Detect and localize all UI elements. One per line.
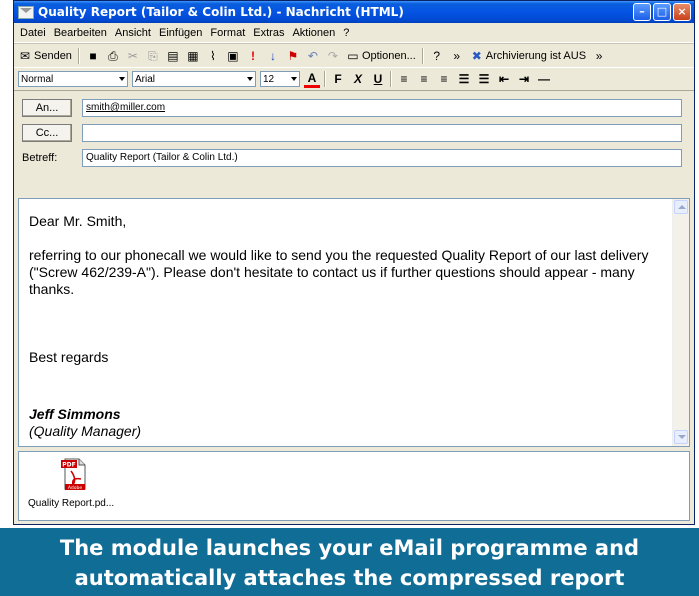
envelope-icon (18, 5, 34, 19)
archive-label: Archivierung ist AUS (485, 49, 587, 62)
undo-icon[interactable]: ↶ (306, 49, 320, 63)
italic-icon[interactable]: X (350, 72, 366, 86)
print-icon[interactable]: ⎙ (106, 49, 120, 63)
to-field[interactable]: smith@miller.com (82, 99, 682, 117)
to-button[interactable]: An... (22, 99, 72, 117)
greeting: Dear Mr. Smith, (29, 213, 127, 229)
formatting-toolbar: Normal Arial 12 A F X U ≡ ≡ ≡ ☰ ☰ ⇤ ⇥ — (14, 68, 694, 91)
message-headers: An... smith@miller.com Cc... Betreff: Qu… (14, 91, 694, 169)
vertical-scrollbar[interactable] (672, 199, 689, 446)
bold-icon[interactable]: F (330, 72, 346, 86)
low-importance-icon[interactable]: ↓ (266, 49, 280, 63)
options-label: Optionen... (361, 49, 416, 62)
chevron-down-icon (291, 77, 297, 81)
more-chevron-icon[interactable]: » (450, 49, 464, 63)
more-chevron-icon[interactable]: » (592, 49, 606, 63)
caption-line-1: The module launches your eMail programme… (59, 536, 640, 560)
copy-icon[interactable]: ⎘ (146, 49, 160, 63)
message-text[interactable]: Dear Mr. Smith, referring to our phoneca… (19, 199, 689, 440)
send-button[interactable]: ✉ Senden (18, 49, 72, 63)
underline-icon[interactable]: U (370, 72, 386, 86)
style-select[interactable]: Normal (18, 71, 128, 87)
horizontal-line-icon[interactable]: — (536, 72, 552, 86)
options-button[interactable]: ▭ Optionen... (346, 49, 416, 63)
body-paragraph: referring to our phonecall we would like… (29, 247, 649, 297)
menu-datei[interactable]: Datei (20, 27, 46, 39)
align-right-icon[interactable]: ≡ (436, 72, 452, 86)
toolbar-separator (390, 71, 392, 87)
cc-row: Cc... (22, 122, 694, 144)
chevron-down-icon (119, 77, 125, 81)
scroll-up-button[interactable] (674, 200, 688, 214)
menu-format[interactable]: Format (210, 27, 245, 39)
paperclip-icon[interactable]: ⌇ (206, 49, 220, 63)
signature-name: Jeff Simmons (29, 406, 121, 422)
cut-icon[interactable]: ✂ (126, 49, 140, 63)
menu-bar: Datei Bearbeiten Ansicht Einfügen Format… (14, 23, 694, 43)
menu-ansicht[interactable]: Ansicht (115, 27, 151, 39)
signature-role: (Quality Manager) (29, 423, 142, 439)
caption-line-2: automatically attaches the compressed re… (74, 566, 625, 590)
align-left-icon[interactable]: ≡ (396, 72, 412, 86)
high-importance-icon[interactable]: ! (246, 49, 260, 63)
message-body[interactable]: Dear Mr. Smith, referring to our phoneca… (18, 198, 690, 447)
subject-row: Betreff: Quality Report (Tailor & Colin … (22, 147, 694, 169)
flag-icon[interactable]: ⚑ (286, 49, 300, 63)
attachment-filename: Quality Report.pd... (28, 498, 115, 509)
toolbar-separator (421, 47, 424, 64)
decrease-indent-icon[interactable]: ⇤ (496, 72, 512, 86)
paste-icon[interactable]: ▤ (166, 49, 180, 63)
address-book-icon[interactable]: ▣ (226, 49, 240, 63)
font-size-value: 12 (263, 73, 275, 85)
insert-file-icon[interactable]: ▦ (186, 49, 200, 63)
page: Quality Report (Tailor & Colin Ltd.) - N… (0, 0, 699, 596)
title-bar: Quality Report (Tailor & Colin Ltd.) - N… (14, 1, 694, 23)
font-color-icon[interactable]: A (304, 71, 320, 88)
menu-bearbeiten[interactable]: Bearbeiten (54, 27, 107, 39)
menu-aktionen[interactable]: Aktionen (292, 27, 335, 39)
menu-einfuegen[interactable]: Einfügen (159, 27, 202, 39)
menu-help[interactable]: ? (343, 27, 349, 39)
redo-icon[interactable]: ↷ (326, 49, 340, 63)
pdf-file-icon: PDF Adobe (61, 458, 86, 491)
toolbar-separator (324, 71, 326, 87)
cc-field[interactable] (82, 124, 682, 142)
toolbar-separator (77, 47, 80, 64)
scroll-down-button[interactable] (674, 430, 688, 444)
close-button[interactable]: × (673, 3, 691, 21)
attachment-pane: PDF Adobe Quality Report.pd... (18, 451, 690, 521)
font-select[interactable]: Arial (132, 71, 256, 87)
send-label: Senden (34, 49, 72, 62)
archive-button[interactable]: ✖ Archivierung ist AUS (470, 49, 586, 63)
options-icon: ▭ (347, 48, 359, 63)
align-center-icon[interactable]: ≡ (416, 72, 432, 86)
email-compose-window: Quality Report (Tailor & Colin Ltd.) - N… (13, 0, 695, 525)
menu-extras[interactable]: Extras (253, 27, 284, 39)
numbered-list-icon[interactable]: ☰ (456, 72, 472, 86)
style-value: Normal (21, 73, 54, 85)
send-icon: ✉ (19, 48, 31, 63)
bullet-list-icon[interactable]: ☰ (476, 72, 492, 86)
closing: Best regards (29, 349, 109, 365)
subject-field[interactable]: Quality Report (Tailor & Colin Ltd.) (82, 149, 682, 167)
adobe-badge-text: Adobe (68, 485, 82, 491)
subject-label: Betreff: (22, 152, 58, 164)
minimize-button[interactable]: – (633, 3, 651, 21)
help-icon[interactable]: ? (430, 49, 444, 63)
font-size-select[interactable]: 12 (260, 71, 300, 87)
cc-button[interactable]: Cc... (22, 124, 72, 142)
save-icon[interactable]: ■ (86, 49, 100, 63)
to-row: An... smith@miller.com (22, 97, 694, 119)
caption-banner: The module launches your eMail programme… (0, 528, 699, 596)
window-title: Quality Report (Tailor & Colin Ltd.) - N… (38, 5, 404, 19)
increase-indent-icon[interactable]: ⇥ (516, 72, 532, 86)
chevron-down-icon (247, 77, 253, 81)
pdf-badge-text: PDF (62, 462, 75, 469)
archive-icon: ✖ (471, 48, 482, 63)
maximize-button[interactable]: □ (653, 3, 671, 21)
standard-toolbar: ✉ Senden ■ ⎙ ✂ ⎘ ▤ ▦ ⌇ ▣ ! ↓ ⚑ ↶ ↷ ▭ Opt… (14, 43, 694, 68)
font-value: Arial (135, 73, 156, 85)
